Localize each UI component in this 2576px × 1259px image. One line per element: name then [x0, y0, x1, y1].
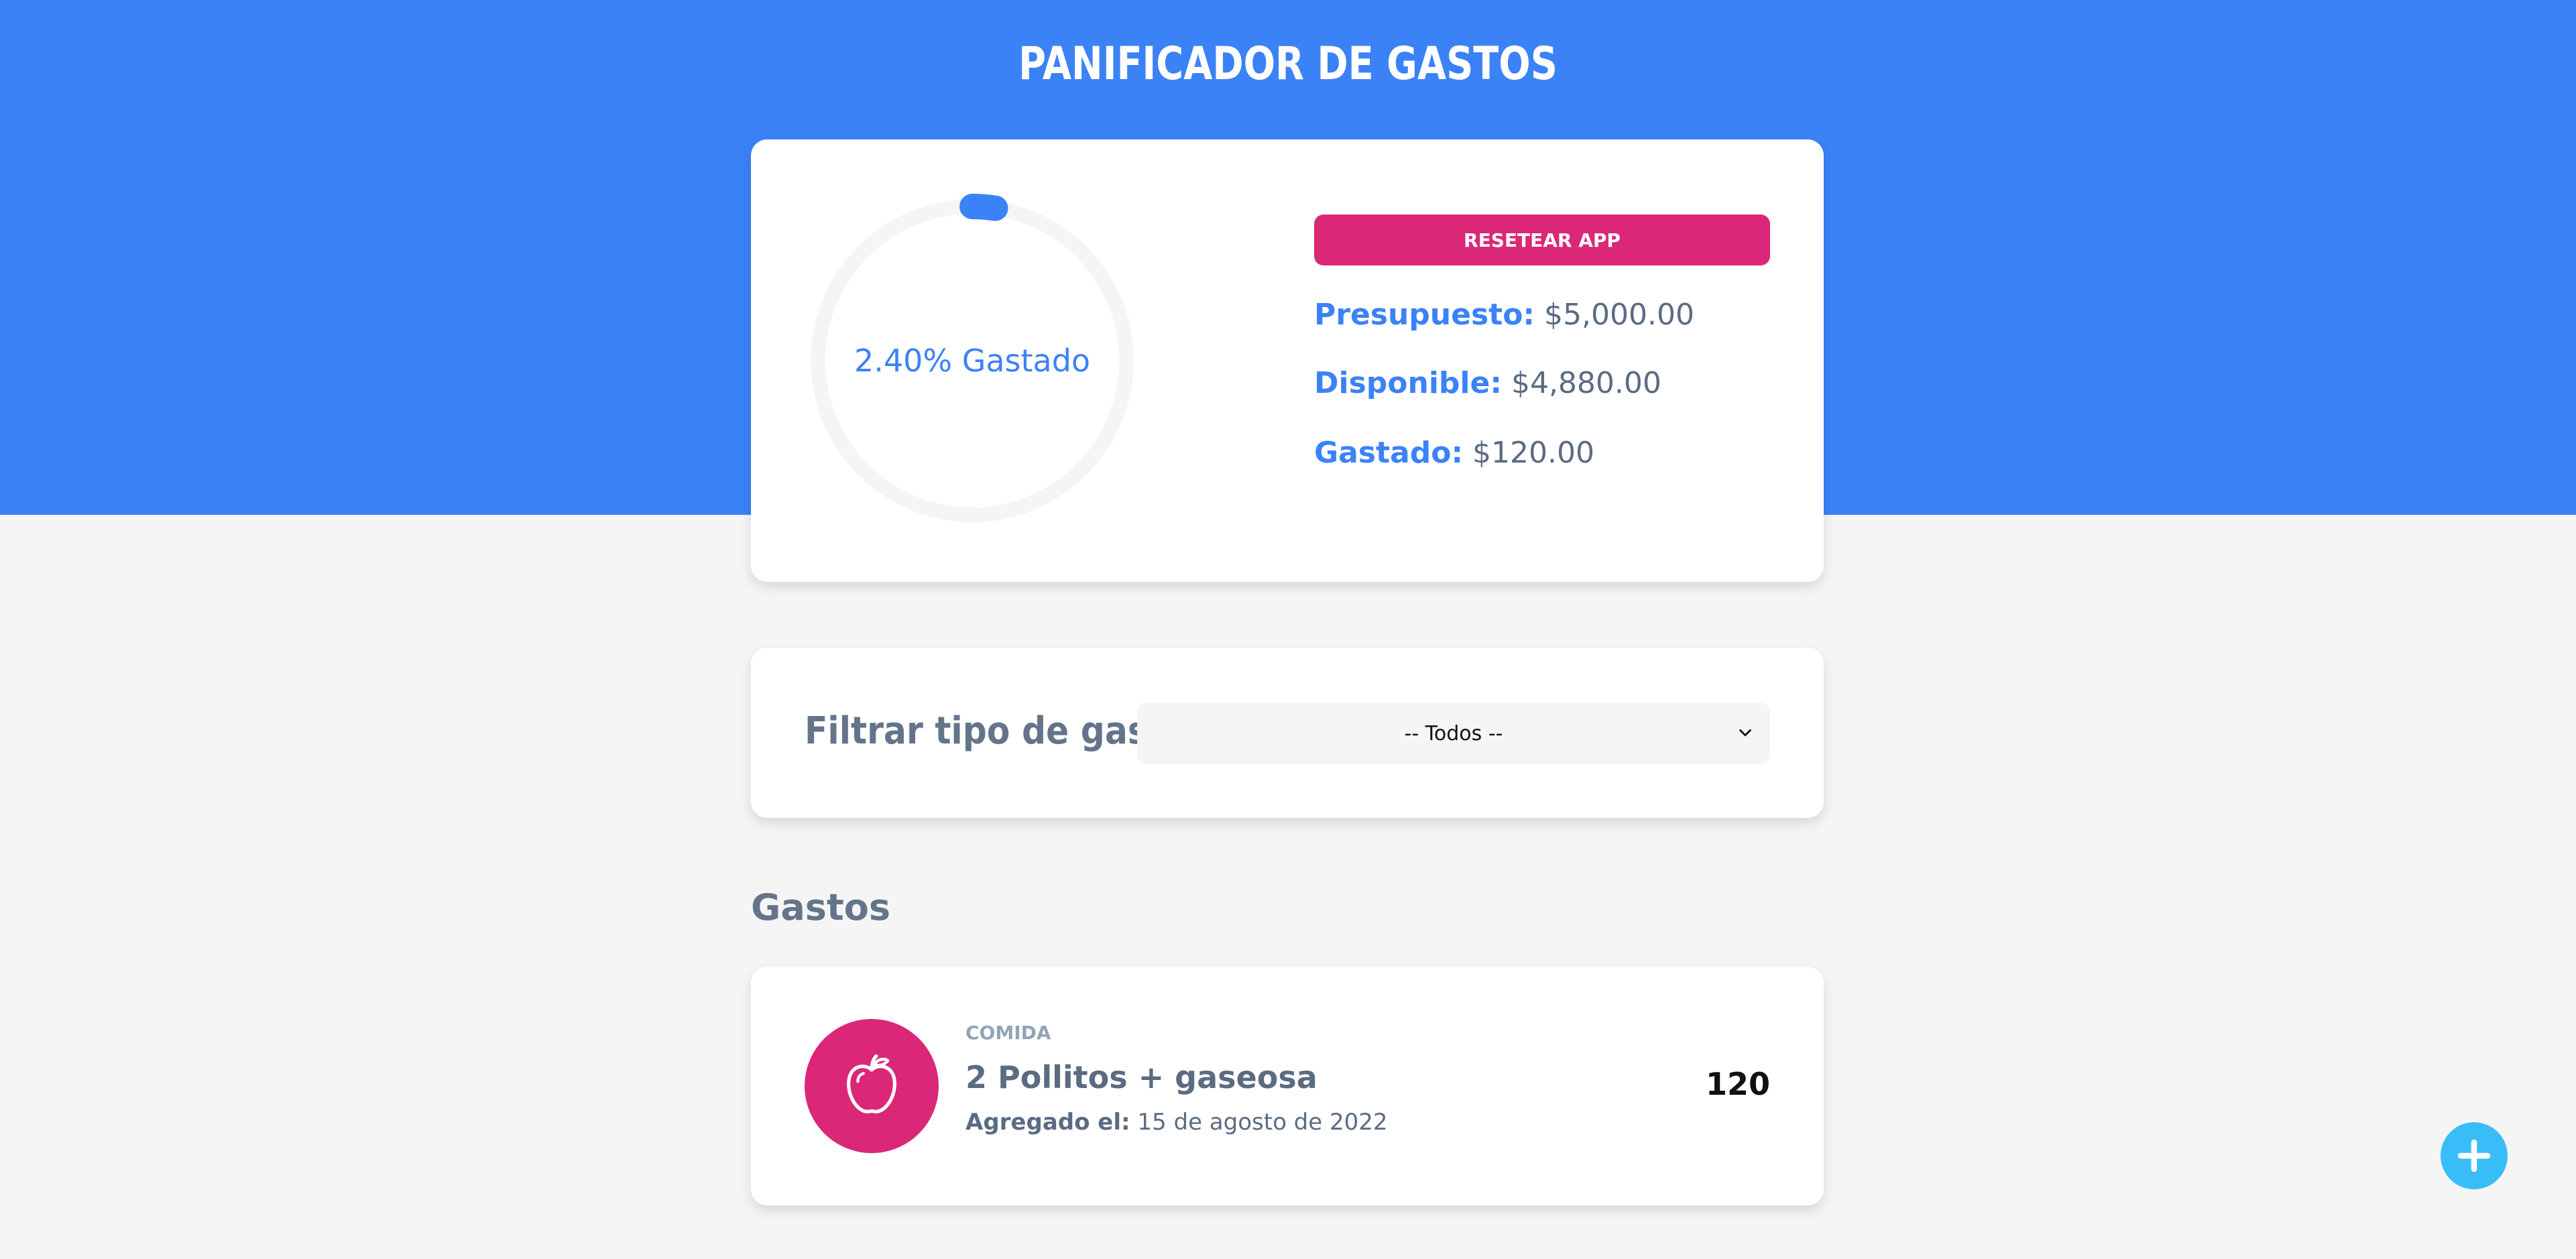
expense-date: Agregado el: 15 de agosto de 2022: [965, 1109, 1388, 1136]
expense-item[interactable]: COMIDA 2 Pollitos + gaseosa Agregado el:…: [751, 967, 1824, 1205]
chevron-down-icon: [1739, 729, 1751, 737]
filter-selected-value: -- Todos --: [1404, 721, 1503, 745]
presupuesto-value: $5,000.00: [1544, 298, 1694, 332]
expense-category-badge: [805, 1019, 939, 1153]
disponible-row: Disponible: $4,880.00: [1314, 366, 1661, 400]
budget-card: 2.40% Gastado RESETEAR APP Presupuesto: …: [751, 139, 1824, 582]
app-title: PANIFICADOR DE GASTOS: [1018, 38, 1558, 91]
apple-icon: [847, 1054, 896, 1114]
plus-icon: [2457, 1139, 2491, 1173]
disponible-value: $4,880.00: [1511, 366, 1661, 400]
presupuesto-label: Presupuesto:: [1314, 298, 1535, 332]
expenses-section-title: Gastos: [751, 886, 890, 928]
expense-name: 2 Pollitos + gaseosa: [965, 1059, 1318, 1095]
budget-progress-ring: 2.40% Gastado: [805, 193, 1140, 528]
progress-label: 2.40% Gastado: [854, 343, 1091, 379]
disponible-label: Disponible:: [1314, 366, 1502, 400]
gastado-label: Gastado:: [1314, 436, 1464, 470]
presupuesto-row: Presupuesto: $5,000.00: [1314, 298, 1694, 332]
expense-category: COMIDA: [965, 1022, 1051, 1044]
filter-select[interactable]: -- Todos --: [1137, 703, 1770, 764]
gastado-row: Gastado: $120.00: [1314, 436, 1594, 470]
gastado-value: $120.00: [1472, 436, 1594, 470]
expense-date-label: Agregado el:: [965, 1109, 1130, 1136]
expense-amount: 120: [1705, 1066, 1770, 1102]
reset-app-button[interactable]: RESETEAR APP: [1314, 215, 1770, 265]
expense-date-value: 15 de agosto de 2022: [1137, 1109, 1388, 1136]
add-expense-button[interactable]: [2441, 1122, 2508, 1189]
filter-card: Filtrar tipo de gastos -- Todos --: [751, 648, 1824, 818]
